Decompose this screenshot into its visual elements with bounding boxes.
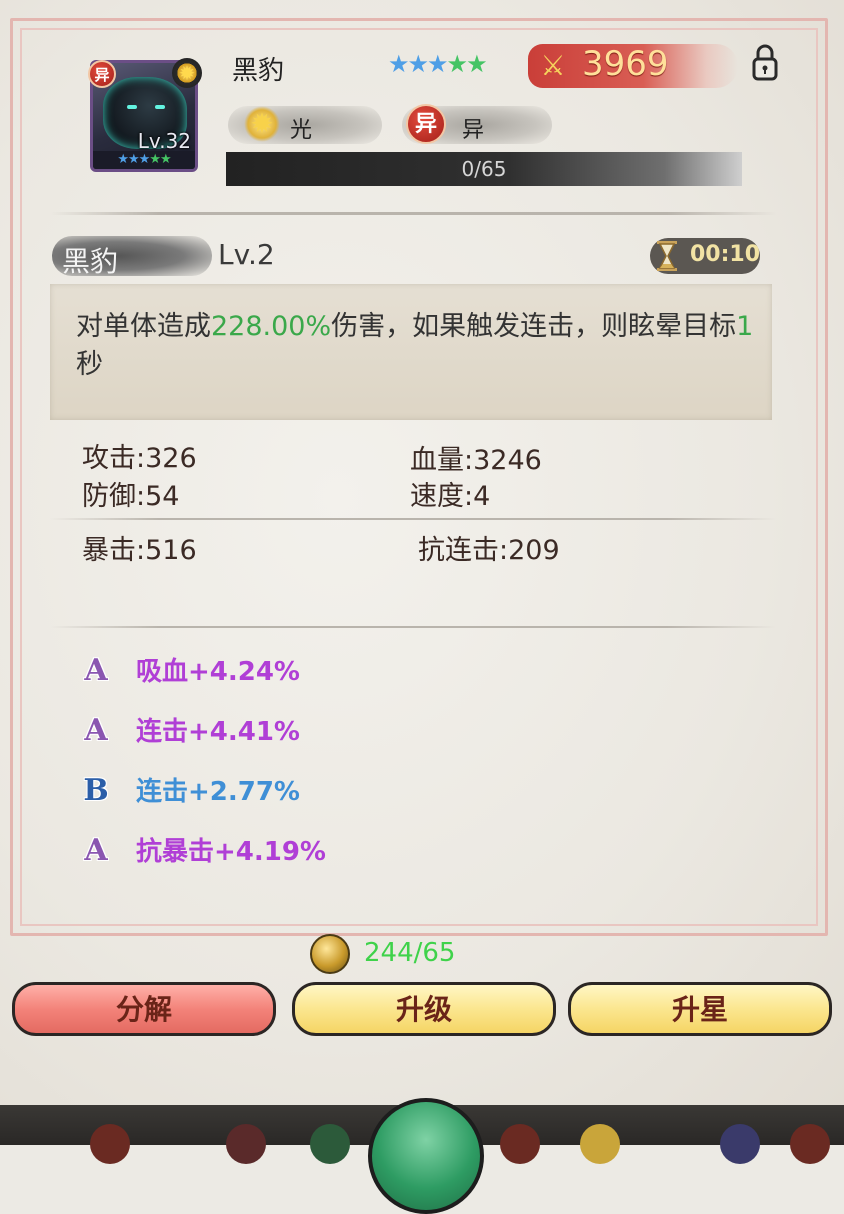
dock-hero-icon[interactable] (90, 1124, 130, 1164)
sun-icon: ✹ (244, 106, 280, 142)
dock-hero-icon[interactable] (310, 1124, 350, 1164)
gold-coin-icon (310, 934, 350, 974)
star-icon: ★ (138, 152, 151, 167)
star-icon: ★ (466, 50, 487, 78)
divider (50, 518, 776, 520)
divider (50, 212, 776, 215)
dock-hero-icon[interactable] (580, 1124, 620, 1164)
crossed-swords-icon: ⚔ (540, 49, 566, 82)
upgrade-button[interactable]: 升级 (292, 982, 556, 1036)
desc-highlight-damage: 228.00% (211, 311, 332, 342)
star-icon: ★ (446, 50, 468, 78)
cooldown-text: 00:10 (690, 242, 761, 267)
desc-text: 伤害，如果触发连击，则眩晕目标 (331, 311, 737, 342)
stat-hp: 血量:3246 (410, 445, 542, 476)
dock-hero-icon[interactable] (500, 1124, 540, 1164)
grade-a-icon: A (84, 653, 108, 688)
stat-anti-combo: 抗连击:209 (418, 535, 560, 566)
divider (50, 626, 776, 628)
cost-text: 244/65 (364, 938, 456, 968)
stat-speed: 速度:4 (410, 481, 491, 512)
exp-progress-text: 0/65 (461, 157, 507, 181)
skill-name: 黑豹 (62, 245, 119, 278)
star-icon: ★ (427, 50, 448, 78)
star-icon: ★ (117, 152, 129, 167)
element-label: 光 (290, 118, 313, 143)
panther-eye-icon (127, 105, 137, 109)
grade-a-icon: A (84, 833, 108, 868)
star-up-button[interactable]: 升星 (568, 982, 832, 1036)
stat-defense: 防御:54 (82, 481, 180, 512)
character-stars: ★★★★★ (388, 50, 488, 78)
panther-eye-icon (155, 105, 165, 109)
faction-badge-icon: 异 (88, 60, 116, 88)
avatar-level: Lv.32 (137, 129, 191, 153)
skill-level: Lv.2 (218, 238, 275, 271)
star-icon: ★ (388, 50, 409, 78)
star-icon: ★ (159, 152, 172, 167)
stat-attack: 攻击:326 (82, 443, 197, 474)
star-icon: ★ (128, 152, 140, 167)
dock-hero-icon[interactable] (720, 1124, 760, 1164)
desc-text: 秒 (76, 349, 103, 380)
grade-a-icon: A (84, 713, 108, 748)
attribute-text: 连击+2.77% (136, 777, 300, 807)
dock-hero-icon[interactable] (226, 1124, 266, 1164)
character-name: 黑豹 (232, 56, 285, 86)
dock-hero-icon[interactable] (790, 1124, 830, 1164)
stat-crit: 暴击:516 (82, 535, 197, 566)
desc-highlight-duration: 1 (736, 311, 754, 342)
star-icon: ★ (149, 152, 161, 167)
skill-description: 对单体造成228.00%伤害，如果触发连击，则眩晕目标1 秒 (76, 308, 756, 384)
grade-b-icon: B (83, 773, 109, 808)
attribute-text: 抗暴击+4.19% (136, 837, 326, 867)
avatar-stars: ★★★★★ (93, 151, 195, 169)
attribute-text: 连击+4.41% (136, 717, 300, 747)
attribute-text: 吸血+4.24% (136, 657, 300, 687)
dock-center-button[interactable] (368, 1098, 484, 1214)
power-value: 3969 (582, 44, 669, 84)
star-icon: ★ (407, 50, 429, 78)
faction-label: 异 (462, 118, 485, 143)
light-element-icon: ✹ (172, 58, 202, 88)
faction-icon: 异 (406, 104, 446, 144)
lock-icon[interactable] (750, 42, 780, 82)
desc-text: 对单体造成 (76, 311, 211, 342)
hourglass-icon (657, 241, 677, 271)
decompose-button[interactable]: 分解 (12, 982, 276, 1036)
